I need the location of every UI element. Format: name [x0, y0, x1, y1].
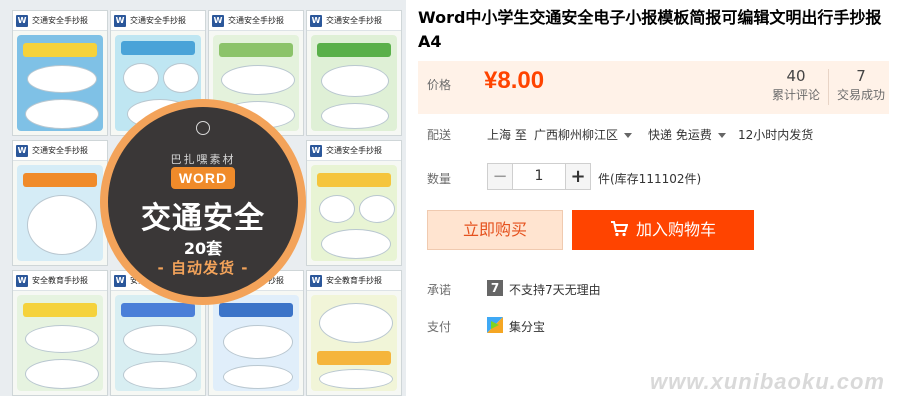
- thumbnail-header: 交通安全手抄报: [32, 146, 88, 155]
- price-label: 价格: [427, 78, 452, 92]
- word-doc-icon: W: [16, 14, 28, 27]
- review-count-label: 累计评论: [771, 88, 820, 102]
- template-thumbnail: W 交通安全手抄报: [306, 140, 402, 266]
- brand-name: 巴扎嘿素材: [170, 153, 236, 166]
- stock-info: 件(库存111102件): [598, 172, 702, 186]
- price-panel: 价格 ¥8.00 40 累计评论 7 交易成功: [418, 61, 889, 114]
- thumbnail-header: 安全教育手抄报: [326, 276, 382, 285]
- payment-method[interactable]: 集分宝: [509, 318, 545, 335]
- thumbnail-header: 交通安全手抄报: [130, 16, 186, 25]
- brand-logo: [108, 121, 298, 137]
- quantity-decrease-button[interactable]: −: [487, 163, 513, 190]
- format-tag: WORD: [171, 167, 235, 189]
- template-thumbnail: W 交通安全手抄报: [12, 140, 108, 266]
- badge-count: 20套: [183, 239, 223, 258]
- quantity-label: 数量: [427, 172, 452, 186]
- price-value: ¥8.00: [484, 67, 545, 94]
- cart-icon: [610, 221, 628, 237]
- chevron-down-icon: [717, 133, 726, 138]
- template-thumbnail: W 交通安全手抄报: [306, 10, 402, 136]
- word-doc-icon: W: [310, 144, 322, 157]
- promise-text[interactable]: 不支持7天无理由: [509, 281, 601, 298]
- stat-divider: [828, 69, 829, 105]
- badge-title: 交通安全: [141, 201, 265, 236]
- thumbnail-header: 安全教育手抄报: [32, 276, 88, 285]
- dispatch-time: 12小时内发货: [738, 128, 814, 142]
- template-thumbnail: W 安全教育手抄报: [306, 270, 402, 396]
- shipping-method: 快递 免运费: [648, 128, 712, 142]
- payment-label: 支付: [427, 320, 452, 334]
- word-doc-icon: W: [16, 274, 28, 287]
- template-thumbnail: W 安全教育手抄报: [12, 270, 108, 396]
- shipping-origin: 上海 至: [487, 128, 527, 142]
- brand-logo-icon: [196, 121, 210, 135]
- word-doc-icon: W: [16, 144, 28, 157]
- word-doc-icon: W: [114, 14, 126, 27]
- jifenbao-icon: [487, 317, 503, 333]
- thumbnail-header: 交通安全手抄报: [228, 16, 284, 25]
- sales-count-label: 交易成功: [836, 88, 885, 102]
- buy-now-button[interactable]: 立即购买: [427, 210, 563, 250]
- promise-label: 承诺: [427, 283, 452, 297]
- thumbnail-header: 交通安全手抄报: [326, 146, 382, 155]
- template-thumbnail: W 交通安全手抄报: [12, 10, 108, 136]
- review-count-stat[interactable]: 40 累计评论: [767, 66, 825, 104]
- product-image[interactable]: W 交通安全手抄报 W 交通安全手抄报 W 交通安全手抄报 W 交通安全手抄报 W 交通安…: [0, 0, 406, 396]
- quantity-increase-button[interactable]: +: [565, 163, 591, 190]
- shipping-destination: 广西柳州柳江区: [534, 128, 619, 142]
- add-to-cart-button[interactable]: 加入购物车: [572, 210, 754, 250]
- sales-count-stat: 7 交易成功: [832, 66, 890, 104]
- shipping-method-select[interactable]: 快递 免运费: [648, 126, 726, 143]
- chevron-down-icon: [624, 133, 633, 138]
- shipping-destination-select[interactable]: 广西柳州柳江区: [534, 126, 633, 143]
- sales-count: 7: [856, 67, 866, 85]
- watermark: www.xunibaoku.com: [650, 369, 885, 394]
- quantity-stepper: − 1 +: [487, 163, 591, 190]
- word-doc-icon: W: [310, 274, 322, 287]
- word-doc-icon: W: [212, 14, 224, 27]
- word-doc-icon: W: [310, 14, 322, 27]
- product-badge: 巴扎嘿素材 WORD 交通安全 20套 - 自动发货 -: [108, 107, 298, 297]
- add-to-cart-label: 加入购物车: [635, 220, 716, 239]
- shipping-label: 配送: [427, 128, 452, 142]
- thumbnail-header: 交通安全手抄报: [32, 16, 88, 25]
- badge-delivery: - 自动发货 -: [157, 259, 249, 277]
- review-count: 40: [786, 67, 806, 85]
- seven-day-icon: 7: [487, 280, 503, 296]
- product-title: Word中小学生交通安全电子小报模板简报可编辑文明出行手抄报A4: [418, 8, 882, 51]
- thumbnail-header: 交通安全手抄报: [326, 16, 382, 25]
- quantity-input[interactable]: 1: [513, 163, 565, 190]
